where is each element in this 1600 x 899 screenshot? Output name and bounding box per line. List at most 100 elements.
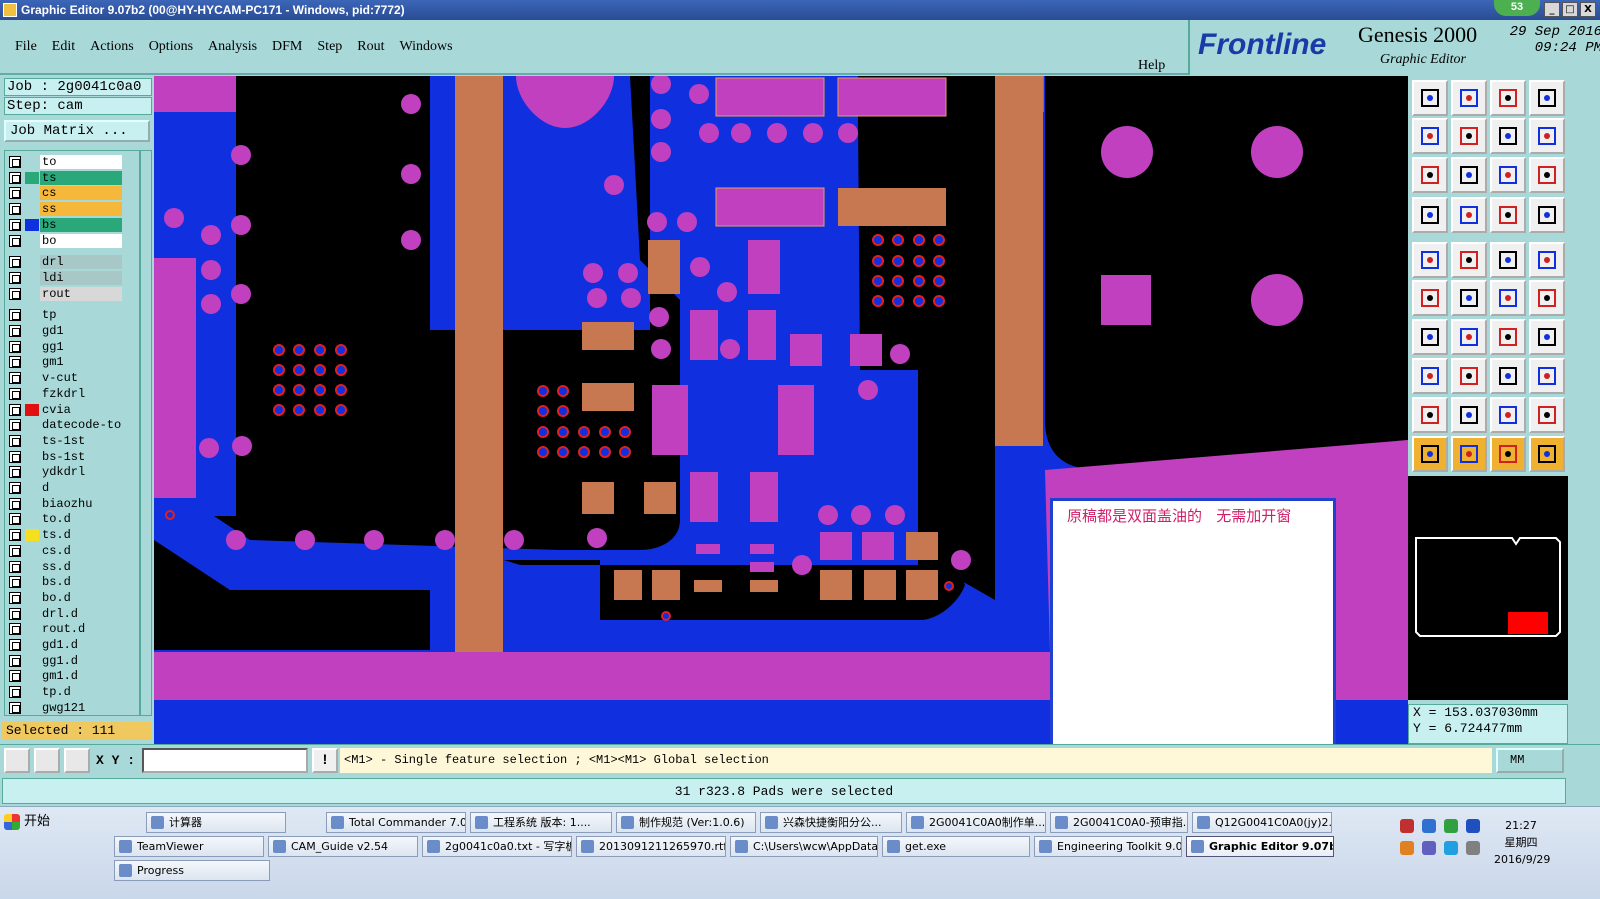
- start-button[interactable]: 开始: [0, 809, 104, 835]
- layer-checkbox[interactable]: [9, 701, 21, 714]
- layer-checkbox[interactable]: [9, 497, 21, 510]
- layer-row-ldi[interactable]: ldi: [5, 270, 141, 285]
- layer-checkbox[interactable]: [9, 156, 21, 168]
- taskbar-item[interactable]: Progress: [114, 860, 270, 881]
- layer-name[interactable]: v-cut: [40, 371, 122, 386]
- layer-color-swatch[interactable]: [25, 419, 39, 431]
- layer-name[interactable]: ldi: [40, 270, 122, 285]
- one-to-one-icon[interactable]: [1490, 157, 1526, 193]
- layer-color-swatch[interactable]: [25, 403, 39, 416]
- layer-checkbox[interactable]: [9, 607, 21, 620]
- layer-row-gwg121[interactable]: gwg121: [5, 700, 141, 715]
- home-icon[interactable]: [1451, 80, 1487, 116]
- layer-name[interactable]: gm1: [40, 355, 122, 370]
- network-tray-icon[interactable]: [1422, 819, 1436, 833]
- layer-color-swatch[interactable]: [25, 686, 39, 698]
- ruler-icon[interactable]: [1490, 242, 1526, 278]
- layer-row-tp-d[interactable]: tp.d: [5, 685, 141, 700]
- layer-checkbox[interactable]: [9, 482, 21, 494]
- triangle-a2-icon[interactable]: [1490, 397, 1526, 433]
- zoom-home-icon[interactable]: [1490, 80, 1526, 116]
- layer-name[interactable]: tp.d: [40, 685, 122, 700]
- taskbar-item[interactable]: Q12G0041C0A0(jy)2...: [1192, 812, 1332, 833]
- unit-selector[interactable]: MM: [1496, 748, 1564, 773]
- layer-row-drl[interactable]: drl: [5, 255, 141, 270]
- layer-name[interactable]: cs: [40, 186, 122, 201]
- layer-checkbox[interactable]: [9, 639, 21, 651]
- layer-checkbox[interactable]: [9, 434, 21, 447]
- taskbar-item[interactable]: TeamViewer: [114, 836, 264, 857]
- layer-color-swatch[interactable]: [25, 451, 39, 463]
- fit-height-icon[interactable]: [1412, 157, 1448, 193]
- layer-row-cvia[interactable]: cvia: [5, 402, 141, 417]
- taskbar-item[interactable]: Total Commander 7.0 ...: [326, 812, 466, 833]
- layer-row-cs-d[interactable]: cs.d: [5, 543, 141, 558]
- triangle-a-icon[interactable]: [1451, 397, 1487, 433]
- layer-color-swatch[interactable]: [25, 482, 39, 494]
- layer-checkbox[interactable]: [9, 466, 21, 479]
- layer-row-ydkdrl[interactable]: ydkdrl: [5, 465, 141, 480]
- menu-options[interactable]: Options: [149, 39, 193, 55]
- add-pad-icon[interactable]: [1412, 358, 1448, 394]
- layer-name[interactable]: rout: [40, 286, 122, 301]
- snapshot-icon[interactable]: [1412, 242, 1448, 278]
- select-arrow-3-icon[interactable]: [1490, 436, 1526, 472]
- cross-icon[interactable]: [1451, 280, 1487, 316]
- taskbar-item[interactable]: get.exe: [882, 836, 1030, 857]
- layer-color-swatch[interactable]: [25, 256, 39, 268]
- layer-color-swatch[interactable]: [25, 272, 39, 284]
- taskbar-item[interactable]: 兴森快捷衡阳分公...: [760, 812, 902, 833]
- taskbar-item[interactable]: 工程系统 版本: 1....: [470, 812, 612, 833]
- layer-color-swatch[interactable]: [25, 608, 39, 620]
- layer-name[interactable]: ss: [40, 202, 122, 217]
- clipboard-icon[interactable]: [1451, 242, 1487, 278]
- layer-row-cs[interactable]: cs: [5, 186, 141, 201]
- layer-row-bs-1st[interactable]: bs-1st: [5, 449, 141, 464]
- clock[interactable]: 21:27 星期四 2016/9/29: [1494, 817, 1550, 868]
- layer-name[interactable]: biaozhu: [40, 496, 122, 511]
- menu-edit[interactable]: Edit: [52, 39, 75, 55]
- menu-step[interactable]: Step: [317, 39, 342, 55]
- layer-name[interactable]: gg1: [40, 339, 122, 354]
- layer-checkbox[interactable]: [9, 560, 21, 573]
- taskbar-item[interactable]: 2g0041c0a0.txt - 写字板: [422, 836, 572, 857]
- layer-color-swatch[interactable]: [25, 218, 39, 231]
- layer-name[interactable]: datecode-to: [40, 418, 122, 433]
- help-icon[interactable]: [1529, 157, 1565, 193]
- select-arrow-icon[interactable]: [1412, 436, 1448, 472]
- layer-color-swatch[interactable]: [25, 623, 39, 635]
- grid-icon[interactable]: [1451, 197, 1487, 233]
- layer-color-swatch[interactable]: [25, 356, 39, 368]
- acrobat-tray-icon[interactable]: [1422, 841, 1436, 855]
- layer-color-swatch[interactable]: [25, 156, 39, 168]
- minimize-button[interactable]: _: [1544, 2, 1560, 17]
- layer-row-ss[interactable]: ss: [5, 202, 141, 217]
- layer-row-bo[interactable]: bo: [5, 233, 141, 248]
- triangle-cross-icon[interactable]: [1529, 397, 1565, 433]
- info-button[interactable]: !: [312, 748, 338, 773]
- taskbar-item[interactable]: 计算器: [146, 812, 286, 833]
- layer-color-swatch[interactable]: [25, 203, 39, 215]
- layer-checkbox[interactable]: [9, 403, 21, 416]
- minus-icon[interactable]: [1451, 358, 1487, 394]
- menu-dfm[interactable]: DFM: [272, 39, 302, 55]
- fit-width-icon[interactable]: [1490, 358, 1526, 394]
- volume-tray-icon[interactable]: [1466, 841, 1480, 855]
- menu-file[interactable]: File: [15, 39, 37, 55]
- xy-input[interactable]: [142, 748, 308, 773]
- notification-badge[interactable]: 53: [1494, 0, 1540, 16]
- layer-row-gm1[interactable]: gm1: [5, 355, 141, 370]
- layer-row-ss-d[interactable]: ss.d: [5, 559, 141, 574]
- menu-rout[interactable]: Rout: [357, 39, 384, 55]
- update-tray-icon[interactable]: [1400, 841, 1414, 855]
- layer-color-swatch[interactable]: [25, 670, 39, 682]
- taskbar-item[interactable]: CAM_Guide v2.54: [268, 836, 418, 857]
- dot-line-2-icon[interactable]: [1529, 280, 1565, 316]
- shield-tray-icon[interactable]: [1444, 819, 1458, 833]
- layer-color-swatch[interactable]: [25, 372, 39, 384]
- taskbar-item[interactable]: 2G0041C0A0制作单...: [906, 812, 1046, 833]
- pen-icon[interactable]: [1451, 319, 1487, 355]
- layer-name[interactable]: gm1.d: [40, 669, 122, 684]
- layer-name[interactable]: bo: [40, 233, 122, 248]
- layer-checkbox[interactable]: [9, 340, 21, 353]
